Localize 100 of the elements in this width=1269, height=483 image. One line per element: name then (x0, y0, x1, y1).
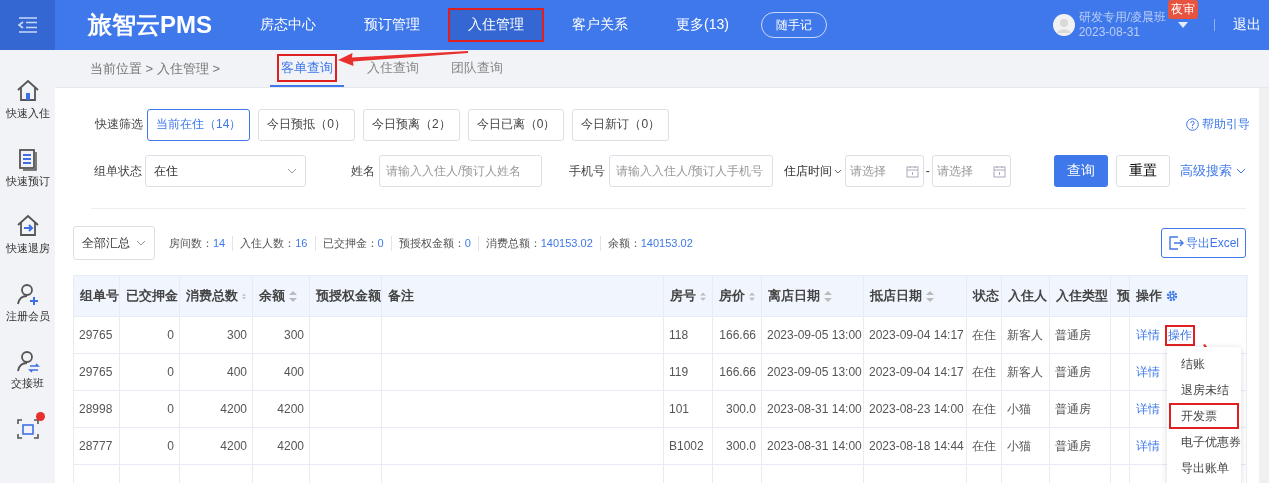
settings-icon[interactable] (1166, 290, 1178, 302)
nav-tab[interactable]: 入住管理 (448, 8, 544, 42)
help-text[interactable]: 帮助引导 (1202, 116, 1250, 133)
table-cell: 2023-08-31 14:00 (762, 428, 864, 465)
column-header: 入住人 (1002, 276, 1050, 317)
menu-item[interactable]: 电子优惠券 (1169, 429, 1239, 455)
quick-filter-button[interactable]: 今日新订（0） (572, 108, 670, 141)
quick-filter-button[interactable]: 今日预抵（0） (258, 108, 356, 141)
summary-stat: 预授权金额：0 (390, 235, 478, 251)
breadcrumb: 当前位置 > 入住管理 > (90, 59, 222, 78)
sidebar-item[interactable]: 注册会员 (5, 280, 50, 348)
table-cell: 2023-09-04 14:17 (864, 354, 967, 391)
column-header: 房价 (713, 276, 762, 317)
table-cell: 新客人 (1002, 354, 1050, 391)
chevron-down-icon (287, 168, 298, 174)
reset-button[interactable]: 重置 (1115, 155, 1170, 187)
query-button[interactable]: 查询 (1053, 155, 1108, 187)
menu-item[interactable]: 退房未结 (1169, 377, 1239, 403)
export-excel-button[interactable]: 导出Excel (1160, 228, 1246, 258)
table-cell: 普通房 (1050, 428, 1111, 465)
summary-stat: 消费总额：140153.02 (477, 235, 600, 251)
date-picker[interactable]: 请选择 (845, 155, 924, 187)
sort-icon[interactable] (926, 290, 934, 302)
sidebar-item[interactable]: 快速预订 (5, 145, 50, 213)
column-header: 预 (1111, 276, 1130, 317)
table-cell: 在住 (967, 391, 1002, 428)
table-cell: 2023-09-04 14:17 (864, 317, 967, 354)
sort-icon[interactable] (289, 290, 297, 302)
name-input[interactable]: 请输入入住人/预订人姓名 (379, 155, 543, 187)
row-action-link[interactable]: 详情 (1136, 400, 1160, 418)
person-swap-icon (14, 348, 41, 374)
menu-icon (17, 17, 38, 33)
summary-stat: 余额：140153.02 (599, 235, 700, 251)
table-cell: 4200 (180, 428, 253, 465)
sub-tab[interactable]: 客单查询 (270, 50, 344, 87)
row-action-link[interactable]: 详情 (1136, 437, 1160, 455)
help-link[interactable]: 帮助引导 (1186, 116, 1250, 133)
menu-item[interactable]: 结账 (1169, 351, 1239, 377)
sub-tab[interactable]: 入住查询 (358, 50, 428, 87)
menu-button[interactable] (0, 0, 55, 50)
table-cell: 普通房 (1050, 391, 1111, 428)
filter-label: 快速筛选 (95, 116, 143, 133)
summary-stat: 已交押金：0 (314, 235, 391, 251)
table-cell: 119 (664, 354, 713, 391)
advanced-search-link[interactable]: 高级搜索 (1180, 162, 1246, 180)
date-picker[interactable]: 请选择 (931, 155, 1011, 187)
nav-tab[interactable]: 房态中心 (236, 0, 340, 50)
menu-item[interactable]: 导出账单 (1169, 455, 1239, 481)
table-cell: 2023-09-05 13:00 (762, 354, 864, 391)
table-cell: 166.66 (713, 317, 762, 354)
nav-tab[interactable]: 客户关系 (548, 0, 652, 50)
row-action-link[interactable]: 详情 (1136, 363, 1160, 381)
table-cell: 101 (664, 391, 713, 428)
column-header: 操作 (1130, 276, 1247, 317)
nav-tab[interactable]: 更多(13) (652, 0, 753, 50)
table-cell: 118 (664, 317, 713, 354)
calendar-icon (992, 164, 1006, 178)
row-action-link[interactable]: 详情 (1136, 326, 1160, 344)
column-header: 消费总数 (180, 276, 253, 317)
table-cell: 在住 (967, 354, 1002, 391)
phone-input[interactable]: 请输入入住人/预订人手机号 (609, 155, 774, 187)
summary-stat: 房间数：14 (169, 235, 227, 251)
dropdown-caret-icon[interactable] (1178, 22, 1188, 28)
sort-icon[interactable] (749, 290, 755, 302)
table-cell: 300 (180, 317, 253, 354)
sidebar-item[interactable]: 交接班 (11, 348, 44, 416)
table-cell: 小猫 (1002, 428, 1050, 465)
table-cell: 0 (120, 354, 180, 391)
help-icon (1186, 118, 1199, 131)
table-cell: 300.0 (713, 428, 762, 465)
status-select[interactable]: 在住 (144, 155, 307, 187)
sidebar-item[interactable]: 快速入住 (5, 78, 50, 146)
range-separator: - (925, 164, 930, 178)
sub-tab[interactable]: 团队查询 (442, 50, 512, 87)
column-header: 入住类型 (1050, 276, 1111, 317)
sidebar-item[interactable]: 快速退房 (5, 213, 50, 281)
sort-icon[interactable] (824, 290, 832, 302)
table-cell: 28998 (74, 391, 120, 428)
logout-link[interactable]: 退出 (1233, 16, 1261, 34)
quick-filter-button[interactable]: 当前在住（14） (147, 108, 251, 141)
sort-icon[interactable] (700, 290, 706, 302)
table-cell: 在住 (967, 317, 1002, 354)
summary-stat: 入住人数：16 (232, 235, 315, 251)
column-header: 离店日期 (762, 276, 864, 317)
chevron-down-icon (1236, 168, 1246, 174)
nav-tab[interactable]: 预订管理 (340, 0, 444, 50)
table-cell: 400 (253, 354, 310, 391)
quick-filter-button[interactable]: 今日预离（2） (363, 108, 460, 141)
table-cell: 4200 (180, 391, 253, 428)
stay-time-dropdown[interactable]: 住店时间 (784, 162, 843, 180)
table-cell: 4200 (253, 391, 310, 428)
scope-select[interactable]: 全部汇总 (73, 226, 155, 260)
user-name: 研发专用/凌晨班 (1078, 10, 1166, 25)
avatar-icon (1052, 14, 1075, 36)
column-header: 余额 (253, 276, 310, 317)
row-action-link[interactable]: 操作 (1167, 326, 1193, 344)
quick-filter-button[interactable]: 今日已离（0） (467, 108, 565, 141)
table-cell: 4200 (253, 428, 310, 465)
menu-item[interactable]: 开发票 (1169, 403, 1239, 429)
table-cell: 300 (253, 317, 310, 354)
